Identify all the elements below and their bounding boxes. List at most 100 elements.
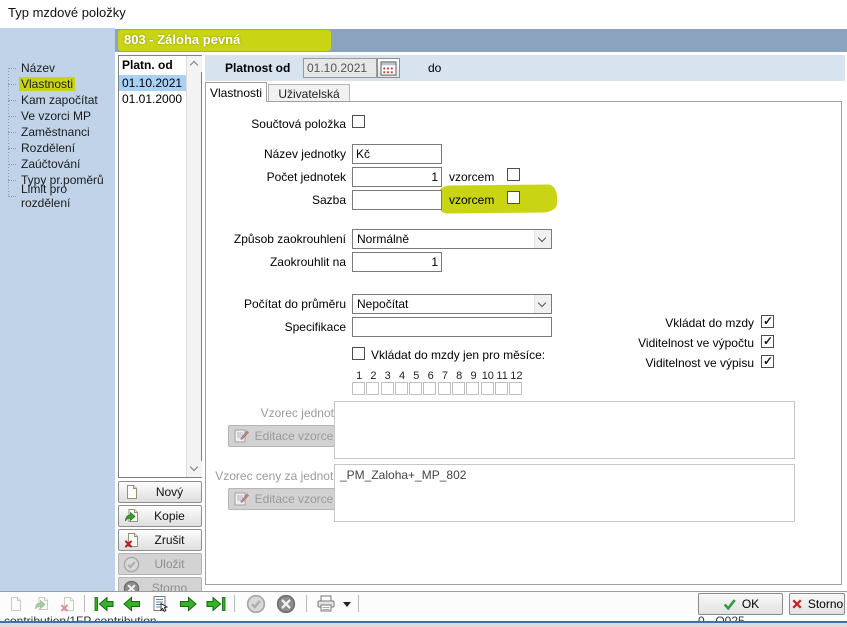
sidebar-item-vlastnosti[interactable]: Vlastnosti (6, 76, 115, 92)
new-doc-icon[interactable] (4, 594, 28, 614)
validity-list-item[interactable]: 01.01.2000 (119, 91, 186, 107)
validity-from-label: Platnost od (225, 61, 290, 75)
chevron-down-icon[interactable] (534, 230, 551, 248)
month-checkbox[interactable] (466, 382, 479, 395)
sidebar-item-zauctovani[interactable]: Zaúčtování (6, 156, 115, 172)
save-record-button[interactable]: Uložit (118, 553, 202, 575)
browse-records-icon[interactable] (148, 594, 172, 614)
month-checkbox[interactable] (352, 382, 365, 395)
chevron-down-icon[interactable] (534, 295, 551, 313)
storno-button-label: Storno (808, 597, 843, 611)
visibility-checkbox[interactable] (761, 335, 774, 348)
rounding-method-label: Způsob zaokrouhlení (206, 232, 346, 246)
rate-formula-checkbox[interactable] (507, 191, 520, 204)
month-checkbox[interactable] (423, 382, 436, 395)
next-record-icon[interactable] (176, 594, 200, 614)
sidebar-item-nazev[interactable]: Název (6, 60, 115, 76)
record-button-label: Nový (140, 485, 199, 499)
properties-tab-panel: Součtová položka Název jednotky Počet je… (205, 101, 842, 585)
validity-date-listbox[interactable]: Platn. od 01.10.202101.01.2000 (118, 55, 202, 478)
price-formula-textarea[interactable]: _PM_Zaloha+_MP_802 (334, 464, 795, 522)
toolbar-separator (306, 595, 307, 612)
edit-unit-formula-button[interactable]: Editace vzorce (228, 425, 344, 447)
check-icon (722, 597, 737, 611)
cancel-icon[interactable] (274, 594, 298, 614)
month-checkbox[interactable] (409, 382, 422, 395)
status-bottom-strip (0, 623, 847, 627)
copy-icon[interactable] (30, 594, 54, 614)
unit-name-input[interactable] (352, 144, 442, 164)
unit-formula-textarea[interactable] (334, 401, 795, 459)
unit-count-label: Počet jednotek (206, 170, 346, 184)
month-checkbox[interactable] (481, 382, 494, 395)
month-number: 6 (423, 370, 437, 382)
month-checkbox[interactable] (509, 382, 522, 395)
tree-branch-line (8, 196, 16, 197)
edit-formula-button-label: Editace vzorce (249, 492, 339, 506)
month-checkbox[interactable] (395, 382, 408, 395)
calendar-icon (380, 61, 397, 76)
sidebar-item-limit-pro-rozdeleni[interactable]: Limit pro rozdělení (6, 188, 115, 204)
scroll-down-icon[interactable] (187, 461, 202, 477)
validity-to-label: do (428, 61, 441, 75)
rounding-method-select[interactable]: Normálně (352, 229, 552, 249)
tab-user[interactable]: Uživatelská (268, 84, 350, 102)
unit-count-formula-label: vzorcem (449, 170, 494, 184)
specification-label: Specifikace (206, 320, 346, 334)
month-number: 9 (466, 370, 480, 382)
print-icon[interactable] (314, 594, 338, 614)
month-checkbox[interactable] (495, 382, 508, 395)
sum-item-checkbox[interactable] (352, 115, 365, 128)
sidebar-item-kam-zapocitat[interactable]: Kam započítat (6, 92, 115, 108)
visibility-checkbox[interactable] (761, 355, 774, 368)
tab-properties[interactable]: Vlastnosti (205, 82, 267, 102)
tree-branch-line (8, 132, 16, 133)
previous-record-icon[interactable] (120, 594, 144, 614)
rate-input[interactable] (352, 190, 442, 210)
scroll-up-icon[interactable] (187, 56, 202, 72)
month-checkbox[interactable] (438, 382, 451, 395)
calendar-button[interactable] (377, 58, 400, 78)
month-number: 10 (481, 370, 495, 382)
ok-button[interactable]: OK (698, 593, 783, 615)
confirm-icon[interactable] (244, 594, 268, 614)
unit-name-label: Název jednotky (206, 147, 346, 161)
specification-input[interactable] (352, 317, 552, 337)
sidebar-item-label: Limit pro rozdělení (19, 182, 115, 210)
validity-list-item[interactable]: 01.10.2021 (119, 75, 186, 91)
months-only-checkbox[interactable] (352, 347, 365, 360)
first-record-icon[interactable] (92, 594, 116, 614)
tree-branch-line (8, 180, 16, 181)
delete-doc-icon[interactable] (56, 594, 80, 614)
copy-record-button[interactable]: Kopie (118, 505, 202, 527)
sidebar-item-rozdeleni[interactable]: Rozdělení (6, 140, 115, 156)
sidebar-item-ve-vzorci-mp[interactable]: Ve vzorci MP (6, 108, 115, 124)
edit-price-formula-button[interactable]: Editace vzorce (228, 488, 344, 510)
month-checkbox[interactable] (452, 382, 465, 395)
month-checkbox[interactable] (381, 382, 394, 395)
unit-count-formula-checkbox[interactable] (507, 168, 520, 181)
delete-record-button[interactable]: Zrušit (118, 529, 202, 551)
average-select[interactable]: Nepočítat (352, 294, 552, 314)
print-dropdown-arrow-icon[interactable] (340, 594, 354, 614)
validity-from-date-field[interactable]: 01.10.2021 (303, 58, 377, 78)
sidebar-item-label: Rozdělení (19, 141, 77, 155)
copy-icon (123, 508, 140, 525)
sidebar-item-zamestnanci[interactable]: Zaměstnanci (6, 124, 115, 140)
edit-formula-icon (233, 428, 249, 444)
record-button-label: Uložit (140, 557, 199, 571)
round-to-input[interactable] (352, 252, 442, 272)
month-checkbox[interactable] (366, 382, 379, 395)
visibility-check-row: Vkládat do mzdy (554, 315, 774, 331)
price-formula-label: Vzorec ceny za jednotku (206, 469, 346, 483)
storno-button[interactable]: Storno (789, 593, 845, 615)
sidebar-item-label: Vlastnosti (19, 77, 75, 91)
visibility-check-label: Viditelnost ve výpisu (645, 356, 754, 370)
sidebar: NázevVlastnostiKam započítatVe vzorci MP… (0, 28, 115, 592)
visibility-checkbox[interactable] (761, 315, 774, 328)
validity-list-scrollbar[interactable] (186, 56, 201, 477)
unit-count-input[interactable] (352, 167, 442, 187)
new-record-button[interactable]: Nový (118, 481, 202, 503)
last-record-icon[interactable] (204, 594, 228, 614)
average-label: Počítat do průměru (206, 297, 346, 311)
